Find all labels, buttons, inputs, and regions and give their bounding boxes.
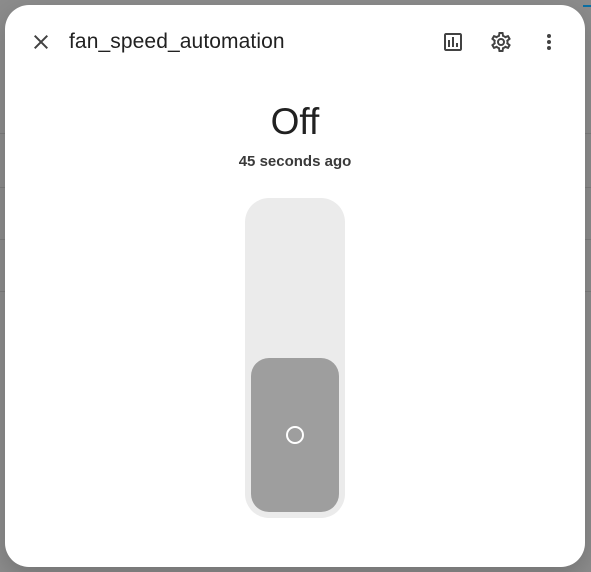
settings-button[interactable] xyxy=(481,22,521,62)
gear-icon xyxy=(491,32,511,52)
dialog-title: fan_speed_automation xyxy=(69,30,285,53)
automation-toggle[interactable] xyxy=(245,198,345,518)
entity-state: Off xyxy=(270,101,320,142)
last-changed-time: 45 seconds ago xyxy=(238,153,352,170)
dialog-header: fan_speed_automation xyxy=(5,5,585,77)
toggle-thumb[interactable] xyxy=(251,358,339,512)
more-vertical-icon xyxy=(547,34,551,50)
close-icon xyxy=(34,35,48,49)
history-chart-icon xyxy=(444,33,462,51)
history-button[interactable] xyxy=(433,22,473,62)
close-button[interactable] xyxy=(21,22,61,62)
more-options-button[interactable] xyxy=(529,22,569,62)
circle-icon xyxy=(286,426,304,444)
more-info-dialog: fan_speed_automation Off 45 seconds ago xyxy=(5,5,585,567)
